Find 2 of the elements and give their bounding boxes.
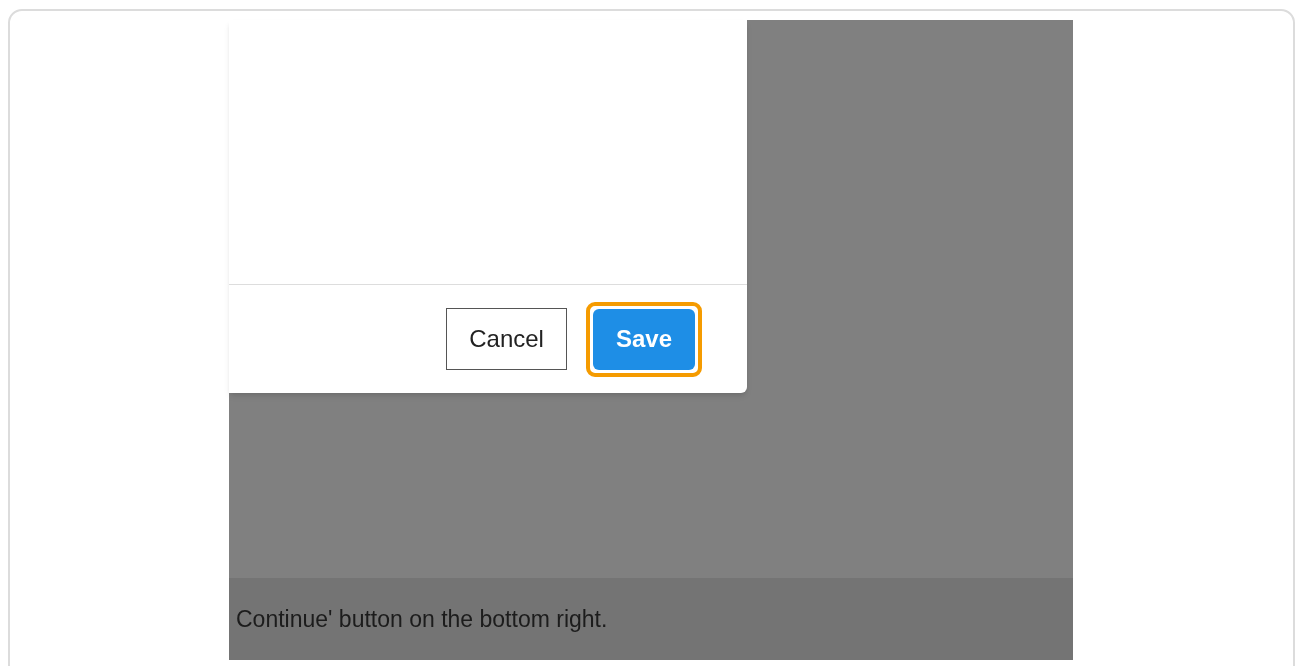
caption-text: Continue' button on the bottom right. xyxy=(236,604,608,634)
cancel-button[interactable]: Cancel xyxy=(446,308,567,370)
